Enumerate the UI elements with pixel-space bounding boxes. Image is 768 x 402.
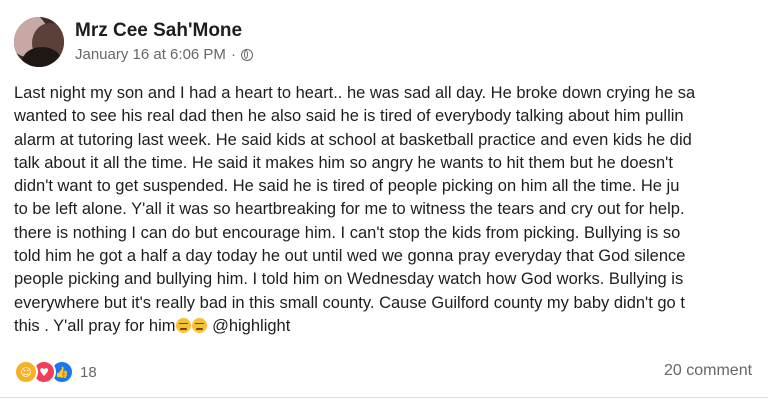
mention-tag[interactable]: @highlight [212,317,290,335]
tired-face-emoji-icon [191,317,207,333]
post-text-line: alarm at tutoring last week. He said kid… [14,130,692,149]
post-text-line: people picking and bullying him. I told … [14,270,684,289]
post-timestamp[interactable]: January 16 at 6:06 PM [75,46,226,63]
care-reaction-icon: ☺ [14,360,38,384]
post-meta: January 16 at 6:06 PM · [75,46,253,63]
post-text-line: to be left alone. Y'all it was so heartb… [14,200,685,219]
globe-icon[interactable] [240,48,253,61]
comments-count-link[interactable]: 20 comment [664,362,752,380]
avatar[interactable] [14,17,64,67]
post-text-line: there is nothing I can do but encourage … [14,223,681,242]
meta-separator: · [230,46,236,63]
post-text-line: everywhere but it's really bad in this s… [14,293,685,312]
post-text-line: this . Y'all pray for him [14,316,176,335]
reactions-summary[interactable]: ☺ ♥ 👍 18 [14,360,97,384]
author-name[interactable]: Mrz Cee Sah'Mone [75,20,242,42]
post-text-line: talk about it all the time. He said it m… [14,153,673,172]
post-text-line: told him he got a half a day today he ou… [14,247,686,266]
post-text-line: Last night my son and I had a heart to h… [14,84,696,102]
post-text-line: wanted to see his real dad then he also … [14,107,684,126]
tired-face-emoji-icon [175,317,191,333]
facebook-post: Mrz Cee Sah'Mone January 16 at 6:06 PM ·… [0,0,768,402]
divider [0,397,768,398]
reaction-count[interactable]: 18 [80,364,97,381]
post-last-line: this . Y'all pray for him @highlight [14,315,768,338]
post-text-line: didn't want to get suspended. He said he… [14,177,680,196]
post-body: Last night my son and I had a heart to h… [14,82,768,338]
